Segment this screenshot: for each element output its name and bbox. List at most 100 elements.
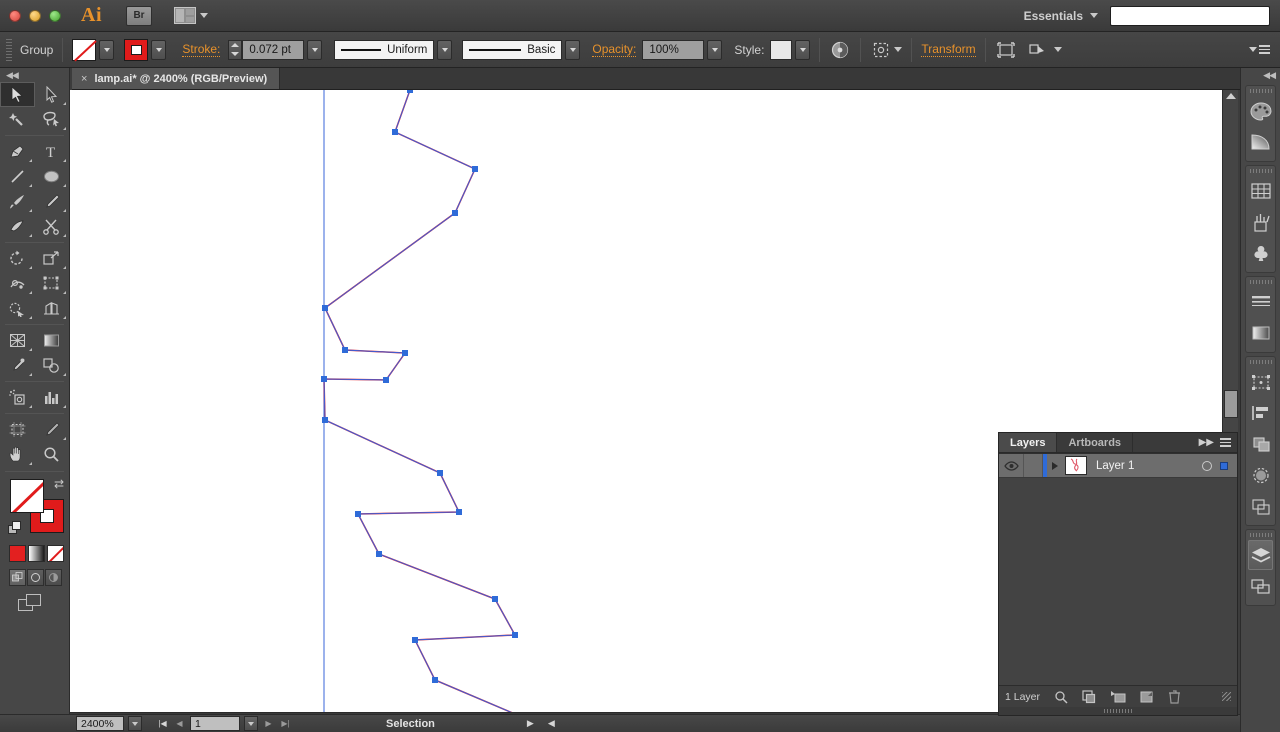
resize-grip[interactable]	[1222, 692, 1231, 701]
anchor-point[interactable]	[322, 305, 328, 311]
blend-tool[interactable]	[35, 353, 70, 378]
anchor-point[interactable]	[412, 637, 418, 643]
anchor-point[interactable]	[376, 551, 382, 557]
next-artboard-button[interactable]: ▶	[262, 716, 275, 731]
layer-name[interactable]: Layer 1	[1087, 460, 1202, 472]
control-bar-grip[interactable]	[6, 38, 12, 61]
close-window-button[interactable]	[9, 9, 21, 22]
default-fill-stroke-button[interactable]	[8, 521, 22, 535]
zoom-level-input[interactable]: 2400%	[76, 716, 124, 731]
dock-collapse-button[interactable]: ◀◀	[1241, 68, 1280, 82]
panel-drag-handle[interactable]	[999, 707, 1237, 715]
pathfinder-panel-icon[interactable]	[1248, 429, 1273, 459]
minimize-window-button[interactable]	[29, 9, 41, 22]
layer-row[interactable]: Layer 1	[999, 454, 1237, 478]
fill-swatch-button[interactable]	[72, 38, 97, 61]
tools-collapse-button[interactable]: ◀◀	[0, 68, 69, 82]
anchor-point[interactable]	[452, 210, 458, 216]
color-panel-icon[interactable]	[1248, 96, 1273, 126]
select-similar-icon[interactable]	[870, 39, 892, 61]
free-transform-tool[interactable]	[35, 271, 70, 296]
anchor-point[interactable]	[407, 90, 413, 93]
visibility-toggle-icon[interactable]	[999, 460, 1023, 471]
stroke-options-link[interactable]: Stroke:	[182, 42, 221, 57]
isolate-group-icon[interactable]	[1027, 39, 1049, 61]
draw-inside-button[interactable]	[45, 569, 62, 586]
color-button[interactable]	[9, 545, 26, 562]
change-screen-mode-button[interactable]	[18, 594, 44, 614]
anchor-point[interactable]	[472, 166, 478, 172]
lock-toggle-icon[interactable]	[1023, 454, 1043, 477]
fill-dropdown-button[interactable]	[99, 39, 115, 60]
fill-color-swatch[interactable]	[10, 479, 44, 513]
expand-panel-icon[interactable]: ▶▶	[1199, 437, 1214, 448]
artboard-number-input[interactable]: 1	[190, 716, 240, 731]
chevron-down-icon[interactable]	[894, 47, 903, 52]
blob-brush-tool[interactable]	[0, 214, 35, 239]
swap-fill-stroke-icon[interactable]: ⇄	[54, 477, 64, 491]
layers-panel-icon[interactable]	[1248, 540, 1273, 570]
pen-tool[interactable]	[0, 139, 35, 164]
close-icon[interactable]: ×	[81, 73, 87, 85]
chevron-down-icon[interactable]	[1053, 47, 1062, 52]
slice-tool[interactable]	[35, 417, 70, 442]
anchor-point[interactable]	[342, 347, 348, 353]
stroke-profile-dropdown[interactable]	[437, 39, 453, 60]
rotate-tool[interactable]	[0, 246, 35, 271]
swatches-panel-icon[interactable]	[1248, 176, 1273, 206]
shape-builder-tool[interactable]	[0, 296, 35, 321]
scroll-up-icon[interactable]	[1226, 93, 1236, 99]
status-menu-icon[interactable]: ▶	[527, 718, 534, 729]
panel-menu-icon[interactable]	[1220, 438, 1231, 447]
artboards-panel-icon[interactable]	[1248, 571, 1273, 601]
vertical-scroll-thumb[interactable]	[1224, 390, 1238, 418]
zoom-tool[interactable]	[35, 442, 70, 467]
anchor-point[interactable]	[355, 511, 361, 517]
dock-grip[interactable]	[1246, 277, 1275, 286]
create-new-sublayer-button[interactable]	[1110, 690, 1126, 704]
selection-indicator[interactable]	[1220, 461, 1228, 470]
transparency-panel-icon[interactable]	[1248, 460, 1273, 490]
style-dropdown[interactable]	[795, 39, 811, 60]
anchor-point[interactable]	[492, 596, 498, 602]
symbol-sprayer-tool[interactable]	[0, 385, 35, 410]
anchor-point[interactable]	[402, 350, 408, 356]
control-bar-panel-menu[interactable]	[1249, 45, 1270, 54]
gradient-panel-icon[interactable]	[1248, 127, 1273, 157]
gradient-button[interactable]	[28, 545, 45, 562]
document-tab[interactable]: × lamp.ai* @ 2400% (RGB/Preview)	[72, 68, 281, 89]
hand-tool[interactable]	[0, 442, 35, 467]
brush-definition-select[interactable]: Basic	[462, 39, 563, 60]
artboard-dropdown[interactable]	[244, 716, 258, 731]
stroke-weight-dropdown[interactable]	[307, 39, 323, 60]
mesh-tool[interactable]	[0, 328, 35, 353]
anchor-point[interactable]	[321, 376, 327, 382]
width-tool[interactable]	[0, 271, 35, 296]
tab-layers[interactable]: Layers	[999, 433, 1058, 452]
anchor-point[interactable]	[456, 509, 462, 515]
previous-artboard-button[interactable]: ◀	[173, 716, 186, 731]
stroke-weight-input[interactable]: 0.072 pt	[242, 39, 305, 60]
eyedropper-tool[interactable]	[0, 353, 35, 378]
symbols-panel-icon[interactable]	[1248, 238, 1273, 268]
selection-tool[interactable]	[0, 82, 35, 107]
dock-grip[interactable]	[1246, 86, 1275, 95]
anchor-point[interactable]	[383, 377, 389, 383]
opacity-input[interactable]: 100%	[642, 39, 705, 60]
create-new-layer-button[interactable]	[1140, 690, 1154, 704]
stroke-profile-select[interactable]: Uniform	[334, 39, 435, 60]
zoom-level-dropdown[interactable]	[128, 716, 142, 731]
line-segment-tool[interactable]	[0, 164, 35, 189]
pencil-tool[interactable]	[35, 189, 70, 214]
scissors-tool[interactable]	[35, 214, 70, 239]
transform-link[interactable]: Transform	[921, 42, 976, 57]
stroke-weight-stepper[interactable]	[228, 39, 243, 60]
anchor-point[interactable]	[437, 470, 443, 476]
align-panel-icon[interactable]	[1248, 398, 1273, 428]
recolor-artwork-icon[interactable]	[829, 39, 851, 61]
brush-dropdown[interactable]	[565, 39, 581, 60]
stroke-panel-icon[interactable]	[1248, 287, 1273, 317]
draw-behind-button[interactable]	[27, 569, 44, 586]
brushes-panel-icon[interactable]	[1248, 207, 1273, 237]
target-indicator-icon[interactable]	[1202, 460, 1212, 471]
